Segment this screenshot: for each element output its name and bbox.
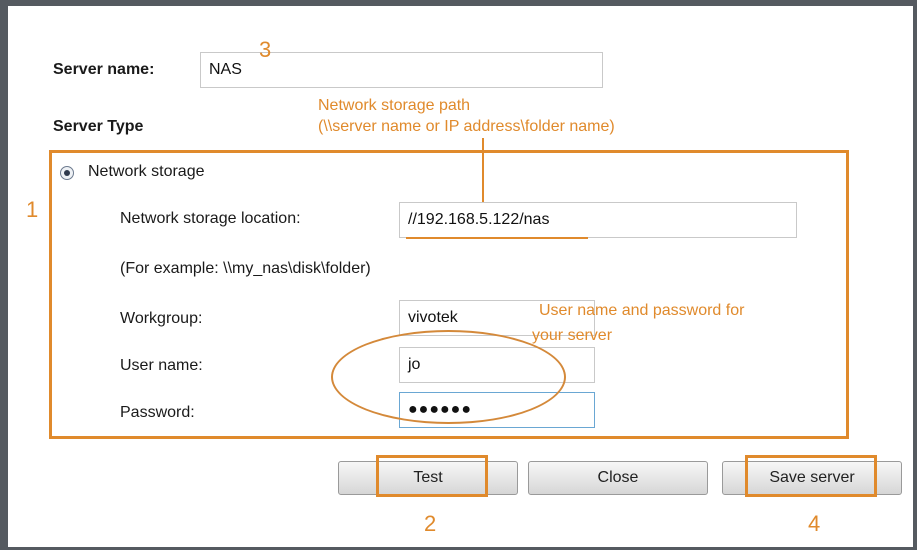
annotation-path-note-line2: (\\server name or IP address\folder name… <box>318 118 615 135</box>
annotation-box-test <box>376 455 488 497</box>
annotation-number-1: 1 <box>26 197 39 222</box>
annotation-path-underline <box>406 237 588 239</box>
annotation-number-2: 2 <box>424 511 437 536</box>
annotation-credentials-note-line2: your server <box>532 327 613 344</box>
annotation-credentials-note-line1: User name and password for <box>539 302 745 319</box>
annotation-path-note-line1: Network storage path <box>318 97 471 114</box>
server-name-label: Server name: <box>53 61 155 78</box>
annotation-path-pointer-line <box>482 138 484 202</box>
annotation-credentials-ellipse <box>331 330 566 424</box>
window-frame-right <box>913 0 917 550</box>
annotation-number-3: 3 <box>259 37 272 62</box>
window-frame-top <box>0 0 917 6</box>
close-button[interactable]: Close <box>528 461 708 495</box>
annotation-box-save-server <box>745 455 877 497</box>
window-frame-left <box>0 0 8 550</box>
server-type-heading: Server Type <box>53 118 144 135</box>
annotation-number-4: 4 <box>808 511 821 536</box>
